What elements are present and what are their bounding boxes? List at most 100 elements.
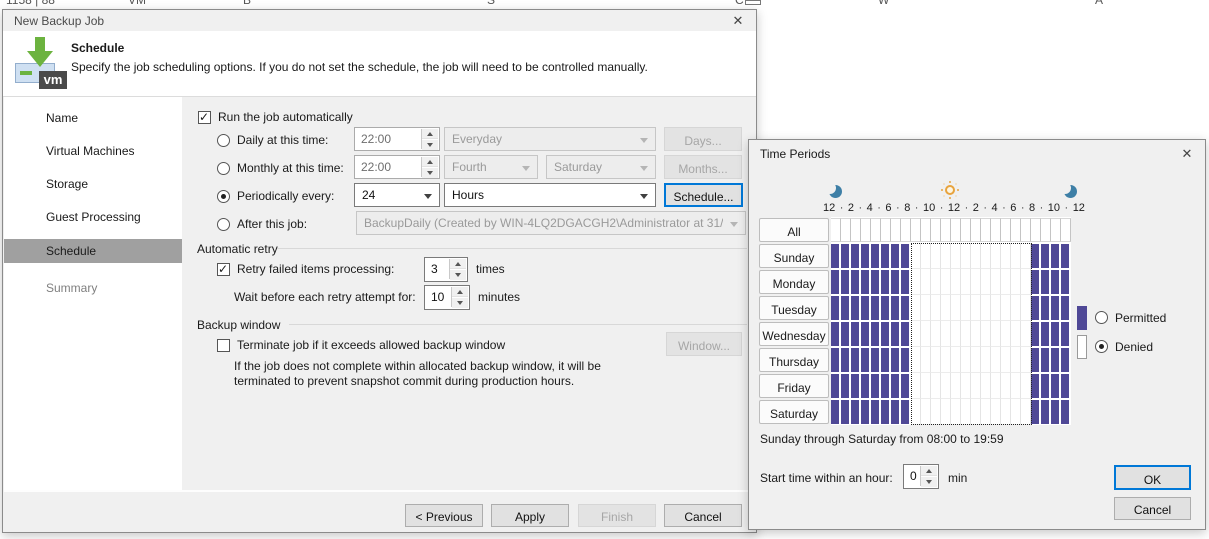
terminate-checkbox[interactable] xyxy=(217,339,230,352)
denied-cell[interactable] xyxy=(1001,243,1011,269)
permitted-cell[interactable] xyxy=(891,321,901,347)
permitted-cell[interactable] xyxy=(831,269,841,295)
denied-cell[interactable] xyxy=(921,373,931,399)
denied-cell[interactable] xyxy=(981,295,991,321)
sidebar-item-schedule[interactable]: Schedule xyxy=(4,239,182,263)
permitted-cell[interactable] xyxy=(1051,373,1061,399)
daily-time-input[interactable]: 22:00 xyxy=(354,127,440,151)
tick-cell[interactable] xyxy=(941,218,951,242)
permitted-cell[interactable] xyxy=(871,373,881,399)
tick-cell[interactable] xyxy=(911,218,921,242)
permitted-cell[interactable] xyxy=(871,269,881,295)
permitted-cell[interactable] xyxy=(861,243,871,269)
permitted-cell[interactable] xyxy=(841,243,851,269)
permitted-cell[interactable] xyxy=(831,295,841,321)
permitted-cell[interactable] xyxy=(841,399,851,425)
permitted-cell[interactable] xyxy=(1031,399,1041,425)
spin-down-icon[interactable] xyxy=(921,477,937,487)
permitted-cell[interactable] xyxy=(891,243,901,269)
tick-cell[interactable] xyxy=(1061,218,1071,242)
sidebar-item-guest-processing[interactable]: Guest Processing xyxy=(4,205,182,229)
monthly-radio[interactable] xyxy=(217,162,230,175)
permitted-cell[interactable] xyxy=(1031,321,1041,347)
tick-cell[interactable] xyxy=(831,218,841,242)
day-button-tuesday[interactable]: Tuesday xyxy=(759,296,829,320)
denied-cell[interactable] xyxy=(951,243,961,269)
day-button-saturday[interactable]: Saturday xyxy=(759,400,829,424)
tick-cell[interactable] xyxy=(971,218,981,242)
denied-cell[interactable] xyxy=(931,399,941,425)
denied-cell[interactable] xyxy=(1011,373,1021,399)
after-job-radio[interactable] xyxy=(217,218,230,231)
permitted-cell[interactable] xyxy=(891,373,901,399)
denied-cell[interactable] xyxy=(971,399,981,425)
permitted-cell[interactable] xyxy=(881,347,891,373)
permitted-cell[interactable] xyxy=(831,321,841,347)
sidebar-item-storage[interactable]: Storage xyxy=(4,172,182,196)
permitted-cell[interactable] xyxy=(1061,399,1071,425)
denied-cell[interactable] xyxy=(991,243,1001,269)
denied-cell[interactable] xyxy=(931,295,941,321)
permitted-cell[interactable] xyxy=(1041,321,1051,347)
denied-cell[interactable] xyxy=(1011,347,1021,373)
denied-cell[interactable] xyxy=(941,295,951,321)
permitted-cell[interactable] xyxy=(1031,295,1041,321)
permitted-cell[interactable] xyxy=(871,399,881,425)
wait-minutes-input[interactable]: 10 xyxy=(424,285,470,310)
permitted-cell[interactable] xyxy=(901,243,911,269)
tick-cell[interactable] xyxy=(1011,218,1021,242)
permitted-cell[interactable] xyxy=(1061,347,1071,373)
denied-cell[interactable] xyxy=(1021,321,1031,347)
tick-cell[interactable] xyxy=(881,218,891,242)
tick-cell[interactable] xyxy=(1041,218,1051,242)
permitted-cell[interactable] xyxy=(881,321,891,347)
permitted-cell[interactable] xyxy=(831,373,841,399)
permitted-cell[interactable] xyxy=(1061,269,1071,295)
permitted-cell[interactable] xyxy=(891,347,901,373)
tick-cell[interactable] xyxy=(861,218,871,242)
permitted-cell[interactable] xyxy=(1031,373,1041,399)
denied-cell[interactable] xyxy=(991,373,1001,399)
denied-cell[interactable] xyxy=(951,295,961,321)
permitted-cell[interactable] xyxy=(901,373,911,399)
permitted-cell[interactable] xyxy=(851,321,861,347)
spin-down-icon[interactable] xyxy=(422,168,438,178)
tp-cancel-button[interactable]: Cancel xyxy=(1114,497,1191,520)
tick-cell[interactable] xyxy=(1031,218,1041,242)
permitted-cell[interactable] xyxy=(881,243,891,269)
permitted-cell[interactable] xyxy=(1061,243,1071,269)
permitted-cell[interactable] xyxy=(1041,373,1051,399)
tick-cell[interactable] xyxy=(961,218,971,242)
denied-cell[interactable] xyxy=(921,269,931,295)
permitted-cell[interactable] xyxy=(871,321,881,347)
permitted-cell[interactable] xyxy=(891,269,901,295)
permitted-cell[interactable] xyxy=(841,269,851,295)
daily-radio[interactable] xyxy=(217,134,230,147)
denied-cell[interactable] xyxy=(971,321,981,347)
denied-cell[interactable] xyxy=(1021,295,1031,321)
denied-cell[interactable] xyxy=(951,399,961,425)
permitted-cell[interactable] xyxy=(861,373,871,399)
denied-cell[interactable] xyxy=(1011,399,1021,425)
denied-cell[interactable] xyxy=(1011,269,1021,295)
denied-cell[interactable] xyxy=(931,321,941,347)
apply-button[interactable]: Apply xyxy=(491,504,569,527)
sidebar-item-virtual-machines[interactable]: Virtual Machines xyxy=(4,139,182,163)
denied-cell[interactable] xyxy=(911,373,921,399)
denied-cell[interactable] xyxy=(931,243,941,269)
day-button-monday[interactable]: Monday xyxy=(759,270,829,294)
permitted-cell[interactable] xyxy=(841,347,851,373)
denied-cell[interactable] xyxy=(991,347,1001,373)
permitted-cell[interactable] xyxy=(861,269,871,295)
permitted-cell[interactable] xyxy=(1051,243,1061,269)
denied-cell[interactable] xyxy=(941,269,951,295)
spin-down-icon[interactable] xyxy=(450,270,466,280)
start-time-input[interactable]: 0 xyxy=(903,464,939,489)
permitted-cell[interactable] xyxy=(1061,373,1071,399)
denied-radio[interactable] xyxy=(1095,340,1108,353)
permitted-cell[interactable] xyxy=(831,347,841,373)
denied-cell[interactable] xyxy=(1001,373,1011,399)
denied-cell[interactable] xyxy=(941,243,951,269)
permitted-cell[interactable] xyxy=(1031,347,1041,373)
tick-cell[interactable] xyxy=(851,218,861,242)
